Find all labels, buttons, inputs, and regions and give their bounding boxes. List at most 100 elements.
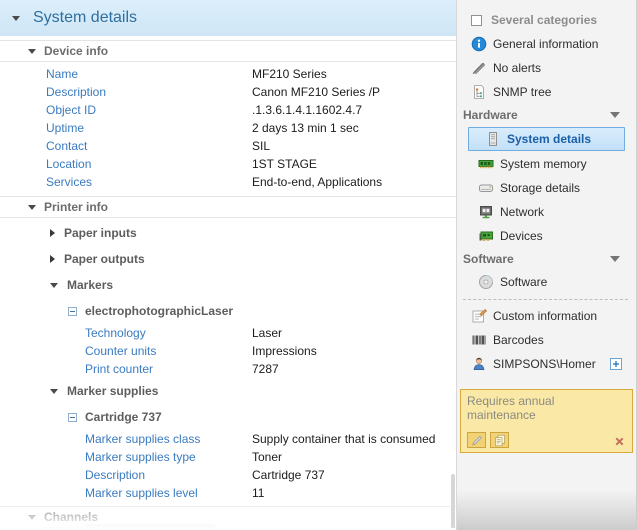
field-value: Supply container that is consumed [252, 432, 435, 446]
section-header-channels[interactable]: Channels [0, 506, 456, 528]
edit-note-button[interactable] [467, 432, 486, 448]
tree-label: Marker supplies [67, 384, 158, 398]
tree-node-paper-outputs[interactable]: Paper outputs [0, 246, 456, 272]
note-toolbar [467, 432, 626, 448]
sidebar-item-system-details[interactable]: System details [468, 127, 625, 151]
barcode-icon [471, 332, 487, 348]
field-label: Description [85, 468, 252, 482]
table-row: Object ID .1.3.6.1.4.1.1602.4.7 [0, 101, 456, 119]
sidebar-item-label: Network [500, 205, 544, 219]
field-label: Services [46, 175, 252, 189]
sidebar-item-label: Software [500, 275, 547, 289]
sidebar-item-label: System details [507, 132, 591, 146]
section-header-device-info[interactable]: Device info [0, 40, 456, 62]
field-value: 1ST STAGE [252, 157, 317, 171]
chevron-down-icon [610, 112, 620, 118]
tree-label: Cartridge 737 [85, 410, 162, 424]
field-value: 2 days 13 min 1 sec [252, 121, 359, 135]
panel-header[interactable]: System details [0, 0, 456, 36]
tree-label: Markers [67, 278, 113, 292]
panel-title: System details [33, 9, 137, 27]
table-row: Description Canon MF210 Series /P [0, 83, 456, 101]
field-label: Marker supplies class [85, 432, 252, 446]
no-alerts-icon [471, 60, 487, 76]
table-row: Name MF210 Series [0, 65, 456, 83]
close-note-icon[interactable] [614, 436, 626, 448]
sidebar-item-software[interactable]: Software [457, 270, 636, 294]
tree-node-marker-supplies[interactable]: Marker supplies [0, 378, 456, 404]
categories-checkbox[interactable] [471, 15, 482, 26]
dashed-separator [463, 299, 628, 300]
sidebar-item-label: Barcodes [493, 333, 544, 347]
table-row: Technology Laser [0, 324, 456, 342]
field-value: MF210 Series [252, 67, 327, 81]
scrollbar-thumb[interactable] [451, 474, 455, 528]
tree-label: Paper outputs [64, 252, 145, 266]
sidebar-item-user[interactable]: SIMPSONS\Homer [457, 352, 636, 376]
chevron-down-icon [28, 49, 36, 54]
field-value: End-to-end, Applications [252, 175, 382, 189]
info-icon [471, 36, 487, 52]
sidebar-item-label: Devices [500, 229, 543, 243]
sidebar-item-label: SIMPSONS\Homer [493, 357, 596, 371]
sidebar-item-no-alerts[interactable]: No alerts [457, 56, 636, 80]
table-row: Marker supplies class Supply container t… [0, 430, 456, 448]
field-value: Canon MF210 Series /P [252, 85, 380, 99]
field-value: Cartridge 737 [252, 468, 325, 482]
chevron-down-icon [28, 205, 36, 210]
sidebar-item-several-categories[interactable]: Several categories [457, 8, 636, 32]
field-label: Marker supplies level [85, 486, 252, 500]
sidebar-section-hardware[interactable]: Hardware [457, 104, 636, 126]
table-row: Services End-to-end, Applications [0, 173, 456, 191]
faded-row [85, 524, 215, 527]
copy-note-button[interactable] [490, 432, 509, 448]
sidebar: Several categories General information N… [457, 0, 637, 530]
field-label: Technology [85, 326, 252, 340]
collapse-minus-icon[interactable] [68, 307, 77, 316]
field-value: 7287 [252, 362, 279, 376]
table-row: Description Cartridge 737 [0, 466, 456, 484]
sidebar-item-system-memory[interactable]: System memory [457, 152, 636, 176]
section-header-printer-info[interactable]: Printer info [0, 196, 456, 218]
tree-label: Paper inputs [64, 226, 137, 240]
sidebar-item-custom-information[interactable]: Custom information [457, 304, 636, 328]
chevron-down-icon [28, 515, 36, 520]
sticky-note: Requires annual maintenance [460, 389, 633, 453]
network-icon [478, 204, 494, 220]
field-value: Impressions [252, 344, 317, 358]
sidebar-item-label: SNMP tree [493, 85, 551, 99]
sidebar-item-network[interactable]: Network [457, 200, 636, 224]
tree-node-cartridge[interactable]: Cartridge 737 [0, 404, 456, 430]
sidebar-item-storage-details[interactable]: Storage details [457, 176, 636, 200]
field-label: Print counter [85, 362, 252, 376]
collapse-minus-icon[interactable] [68, 413, 77, 422]
cd-icon [478, 274, 494, 290]
collapse-arrow-icon [12, 16, 20, 21]
table-row: Marker supplies level 11 [0, 484, 456, 502]
chevron-down-icon [50, 283, 58, 288]
field-value: Laser [252, 326, 282, 340]
copy-icon [493, 434, 507, 447]
pencil-icon [470, 434, 484, 447]
sidebar-section-label: Software [463, 252, 514, 266]
section-label: Device info [44, 44, 108, 58]
computer-tower-icon [485, 131, 501, 147]
tree-node-marker[interactable]: electrophotographicLaser [0, 298, 456, 324]
system-details-panel: System details Device info Name MF210 Se… [0, 0, 456, 530]
sidebar-section-software[interactable]: Software [457, 248, 636, 270]
tree-node-markers[interactable]: Markers [0, 272, 456, 298]
marker-rows: Technology Laser Counter units Impressio… [0, 324, 456, 378]
table-row: Counter units Impressions [0, 342, 456, 360]
device-info-rows: Name MF210 Series Description Canon MF21… [0, 62, 456, 194]
table-row: Print counter 7287 [0, 360, 456, 378]
sidebar-item-label: Custom information [493, 309, 597, 323]
expand-plus-icon[interactable] [610, 358, 622, 370]
sidebar-item-label: No alerts [493, 61, 541, 75]
cartridge-rows: Marker supplies class Supply container t… [0, 430, 456, 502]
sidebar-item-devices[interactable]: Devices [457, 224, 636, 248]
field-label: Marker supplies type [85, 450, 252, 464]
sidebar-item-general-information[interactable]: General information [457, 32, 636, 56]
tree-node-paper-inputs[interactable]: Paper inputs [0, 220, 456, 246]
sidebar-item-barcodes[interactable]: Barcodes [457, 328, 636, 352]
sidebar-item-snmp-tree[interactable]: SNMP tree [457, 80, 636, 104]
